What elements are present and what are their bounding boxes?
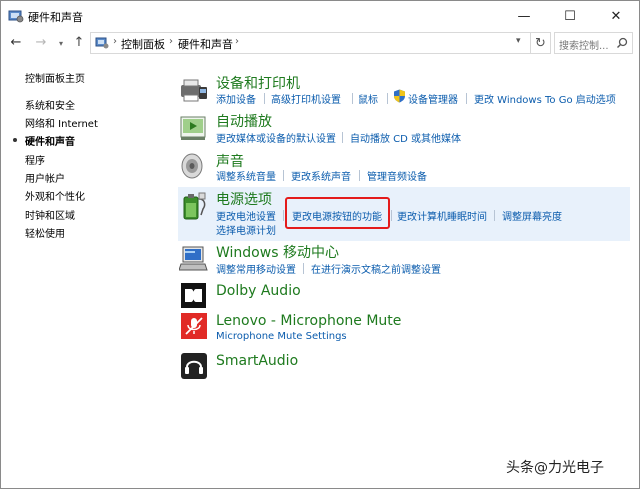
sidebar-item-ease-of-access[interactable]: 轻松使用 [25,225,65,240]
sidebar-item-user-accounts[interactable]: 用户帐户 [25,170,65,185]
breadcrumb-control-panel[interactable]: 控制面板 [121,36,165,52]
sidebar-item-network[interactable]: 网络和 Internet [25,115,98,130]
sidebar-item-system-security[interactable]: 系统和安全 [25,97,75,112]
printer-icon [179,75,209,105]
title-bar[interactable]: 硬件和声音 — ☐ ✕ [1,1,639,31]
link-separator [342,132,343,143]
link-separator [303,263,304,274]
link-mouse[interactable]: 鼠标 [358,91,378,106]
close-button[interactable]: ✕ [593,1,639,31]
sidebar-item-appearance[interactable]: 外观和个性化 [25,188,85,203]
lenovo-mic-mute-title[interactable]: Lenovo - Microphone Mute [216,313,401,329]
smartaudio-title[interactable]: SmartAudio [216,353,298,369]
sidebar-item-hardware-sound[interactable]: 硬件和声音 [25,133,75,148]
link-separator [391,210,392,221]
sidebar-item-control-panel-home[interactable]: 控制面板主页 [25,70,85,85]
dolby-audio-title[interactable]: Dolby Audio [216,283,301,299]
back-button[interactable]: ← [7,33,25,51]
window-title: 硬件和声音 [28,9,83,25]
sidebar-item-clock-region[interactable]: 时钟和区域 [25,207,75,222]
current-item-bullet [13,138,17,142]
up-button[interactable]: ↑ [70,33,88,51]
link-autoplay-cd[interactable]: 自动播放 CD 或其他媒体 [350,130,461,145]
link-separator [283,210,284,221]
annotation-highlight-box [285,197,390,229]
control-panel-icon [95,37,109,49]
link-separator [352,93,353,104]
breadcrumb-hardware-sound[interactable]: 硬件和声音 [178,36,233,52]
link-separator [264,93,265,104]
link-add-device[interactable]: 添加设备 [216,91,256,106]
watermark-text: 头条@力光电子 [506,457,604,477]
link-separator [466,93,467,104]
link-windows-to-go[interactable]: 更改 Windows To Go 启动选项 [474,91,616,106]
shield-icon [393,89,406,103]
autoplay-title[interactable]: 自动播放 [216,111,272,131]
address-dropdown-button[interactable]: ▾ [516,36,521,46]
link-adjust-brightness[interactable]: 调整屏幕亮度 [502,208,562,223]
control-panel-window: 硬件和声音 — ☐ ✕ ← → ▾ ↑ › 控制面板 › 硬件和声音 › ▾ ↻… [0,0,640,489]
search-icon[interactable] [616,37,628,49]
link-choose-power-plan[interactable]: 选择电源计划 [216,222,276,237]
microphone-mute-icon [181,313,207,339]
breadcrumb-separator[interactable]: › [113,36,117,47]
link-separator [359,170,360,181]
link-adjust-mobility-settings[interactable]: 调整常用移动设置 [216,261,296,276]
link-change-system-sounds[interactable]: 更改系统声音 [291,168,351,183]
smartaudio-icon [181,353,207,379]
sidebar-item-programs[interactable]: 程序 [25,152,45,167]
link-separator [283,170,284,181]
link-change-sleep-time[interactable]: 更改计算机睡眠时间 [397,208,487,223]
link-change-media-defaults[interactable]: 更改媒体或设备的默认设置 [216,130,336,145]
mobility-center-title[interactable]: Windows 移动中心 [216,242,339,262]
recent-locations-button[interactable]: ▾ [52,34,70,52]
link-change-battery-settings[interactable]: 更改电池设置 [216,208,276,223]
forward-button[interactable]: → [32,33,50,51]
link-separator [387,93,388,104]
search-box[interactable]: 搜索控制... [554,32,633,54]
breadcrumb-separator[interactable]: › [235,36,239,47]
maximize-button[interactable]: ☐ [547,1,593,31]
link-microphone-mute-settings[interactable]: Microphone Mute Settings [216,331,347,342]
dolby-icon [181,283,206,308]
refresh-button[interactable]: ↻ [531,32,551,54]
link-presentation-settings[interactable]: 在进行演示文稿之前调整设置 [311,261,441,276]
link-manage-audio-devices[interactable]: 管理音频设备 [367,168,427,183]
autoplay-icon [179,113,209,143]
devices-printers-title[interactable]: 设备和打印机 [216,73,300,93]
speaker-icon [179,151,209,181]
search-placeholder: 搜索控制... [559,37,609,52]
breadcrumb-separator[interactable]: › [169,36,173,47]
battery-icon [179,191,209,221]
power-options-title[interactable]: 电源选项 [216,189,272,209]
link-separator [494,210,495,221]
navigation-bar: ← → ▾ ↑ › 控制面板 › 硬件和声音 › ▾ ↻ 搜索控制... [1,31,639,55]
link-device-manager[interactable]: 设备管理器 [408,91,458,106]
control-panel-icon [8,9,24,23]
address-bar[interactable]: › 控制面板 › 硬件和声音 › ▾ [90,32,531,54]
link-advanced-printer-settings[interactable]: 高级打印机设置 [271,91,341,106]
laptop-icon [179,244,209,274]
link-adjust-volume[interactable]: 调整系统音量 [216,168,276,183]
minimize-button[interactable]: — [501,1,547,31]
